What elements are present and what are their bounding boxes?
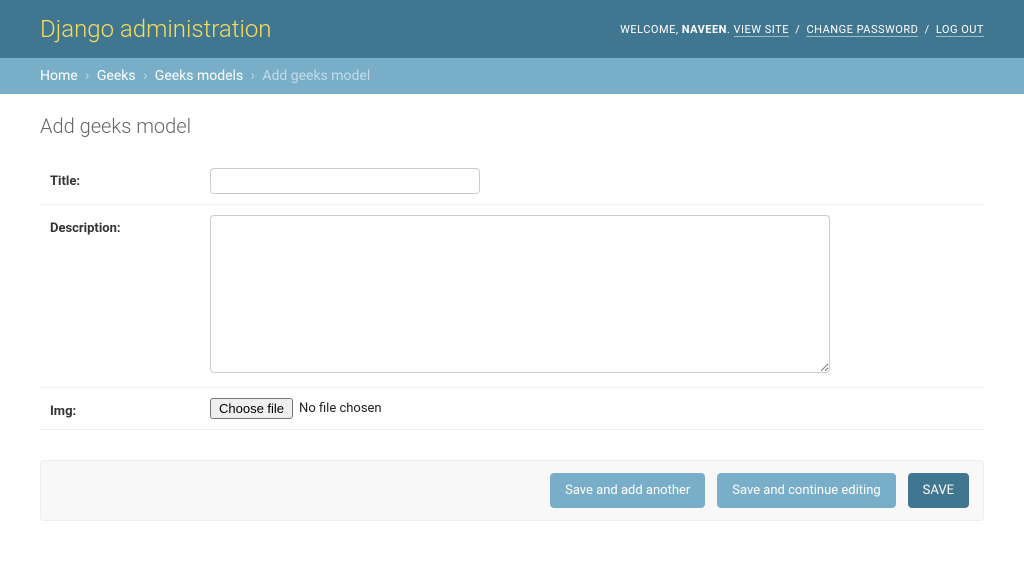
breadcrumb-model[interactable]: Geeks models	[155, 68, 243, 84]
separator: /	[925, 23, 930, 36]
img-label: Img:	[40, 398, 210, 419]
branding-title: Django administration	[40, 15, 272, 43]
breadcrumb-home[interactable]: Home	[40, 68, 78, 84]
user-tools: WELCOME, NAVEEN. VIEW SITE / CHANGE PASS…	[620, 23, 984, 36]
save-button[interactable]: SAVE	[908, 473, 969, 508]
file-status: No file chosen	[299, 401, 382, 416]
content: Add geeks model Title: Description: Img:…	[0, 94, 1024, 541]
save-add-another-button[interactable]: Save and add another	[550, 473, 705, 508]
breadcrumb-separator: ›	[143, 68, 147, 84]
description-label: Description:	[40, 215, 210, 236]
log-out-link[interactable]: LOG OUT	[936, 23, 984, 37]
breadcrumb-separator: ›	[85, 68, 89, 84]
form-row-img: Img: Choose file No file chosen	[40, 388, 984, 430]
view-site-link[interactable]: VIEW SITE	[734, 23, 789, 37]
change-password-link[interactable]: CHANGE PASSWORD	[806, 23, 918, 37]
username: NAVEEN	[682, 23, 727, 36]
choose-file-button[interactable]: Choose file	[210, 398, 293, 419]
form-row-title: Title:	[40, 158, 984, 205]
header: Django administration WELCOME, NAVEEN. V…	[0, 0, 1024, 58]
description-textarea[interactable]	[210, 215, 830, 373]
user-separator: .	[727, 23, 730, 36]
page-title: Add geeks model	[40, 114, 984, 138]
save-continue-button[interactable]: Save and continue editing	[717, 473, 895, 508]
breadcrumb-current: Add geeks model	[262, 68, 370, 84]
separator: /	[795, 23, 800, 36]
breadcrumb-app[interactable]: Geeks	[97, 68, 136, 84]
breadcrumb-separator: ›	[251, 68, 255, 84]
breadcrumb: Home › Geeks › Geeks models › Add geeks …	[0, 58, 1024, 94]
title-label: Title:	[40, 168, 210, 189]
welcome-text: WELCOME,	[620, 23, 678, 36]
form-row-description: Description:	[40, 205, 984, 388]
submit-row: Save and add another Save and continue e…	[40, 460, 984, 521]
title-input[interactable]	[210, 168, 480, 194]
